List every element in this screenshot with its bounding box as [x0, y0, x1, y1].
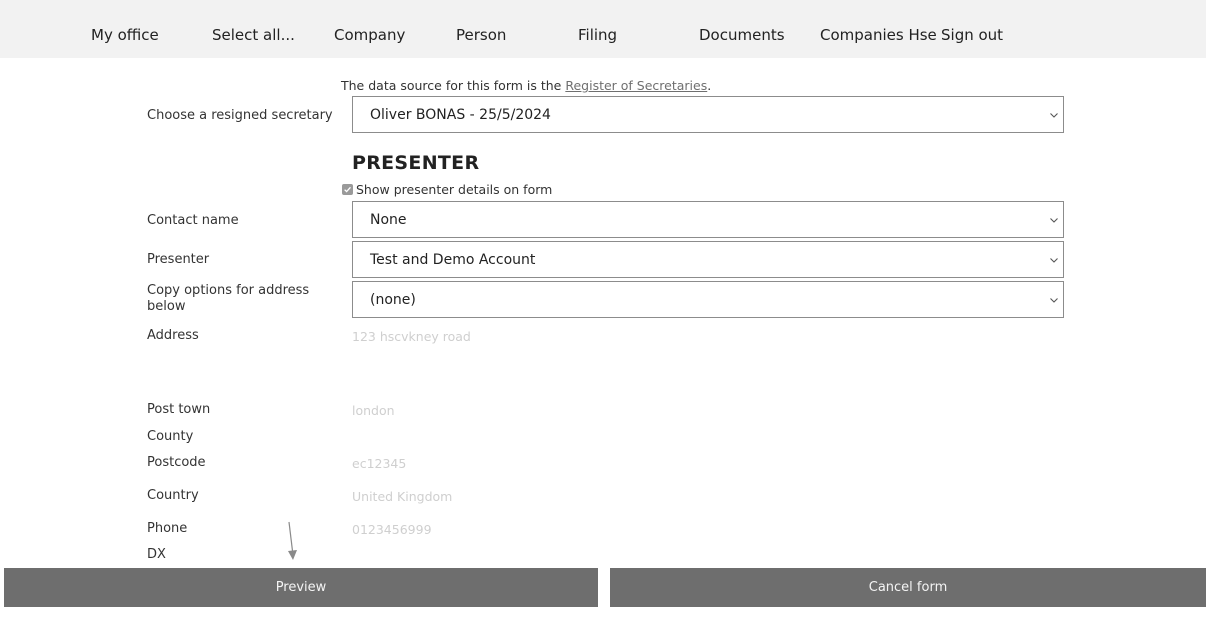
resigned-secretary-value: Oliver BONAS - 25/5/2024: [370, 107, 551, 123]
address-label: Address: [147, 328, 199, 343]
chevron-down-icon: [1050, 258, 1058, 263]
copy-options-value: (none): [370, 292, 416, 308]
resigned-secretary-label: Choose a resigned secretary: [147, 108, 333, 123]
top-nav-bar: My office Select all... Company Person F…: [0, 0, 1206, 58]
arrow-down-icon: [288, 521, 297, 560]
copy-options-label: Copy options for address below: [147, 283, 310, 314]
post-town-field[interactable]: london: [352, 403, 395, 418]
copy-options-select[interactable]: (none): [352, 281, 1064, 318]
nav-companies-hse[interactable]: Companies Hse: [820, 26, 937, 44]
dx-label: DX: [147, 547, 166, 562]
country-field[interactable]: United Kingdom: [352, 489, 452, 504]
contact-name-value: None: [370, 212, 407, 228]
chevron-down-icon: [1050, 218, 1058, 223]
contact-name-label: Contact name: [147, 213, 239, 228]
chevron-down-icon: [1050, 298, 1058, 303]
source-note-suffix: .: [707, 78, 712, 93]
register-of-secretaries-link[interactable]: Register of Secretaries: [565, 78, 707, 93]
country-label: Country: [147, 488, 199, 503]
cancel-form-button[interactable]: Cancel form: [610, 568, 1206, 607]
source-note-prefix: The data source for this form is the: [341, 78, 566, 93]
county-label: County: [147, 429, 194, 444]
postcode-field[interactable]: ec12345: [352, 456, 406, 471]
resigned-secretary-select[interactable]: Oliver BONAS - 25/5/2024: [352, 96, 1064, 133]
show-presenter-details-row[interactable]: Show presenter details on form: [342, 182, 552, 197]
nav-documents[interactable]: Documents: [699, 26, 785, 44]
nav-my-office[interactable]: My office: [91, 26, 159, 44]
preview-button[interactable]: Preview: [4, 568, 598, 607]
data-source-note: The data source for this form is the Reg…: [341, 78, 711, 93]
nav-company[interactable]: Company: [334, 26, 405, 44]
presenter-select[interactable]: Test and Demo Account: [352, 241, 1064, 278]
chevron-down-icon: [1050, 113, 1058, 118]
address-field[interactable]: 123 hscvkney road: [352, 329, 471, 344]
phone-field[interactable]: 0123456999: [352, 522, 432, 537]
presenter-value: Test and Demo Account: [370, 252, 536, 268]
postcode-label: Postcode: [147, 455, 206, 470]
nav-filing[interactable]: Filing: [578, 26, 617, 44]
presenter-heading: PRESENTER: [352, 152, 480, 174]
post-town-label: Post town: [147, 402, 211, 417]
nav-sign-out[interactable]: Sign out: [941, 26, 1003, 44]
phone-label: Phone: [147, 521, 188, 536]
presenter-label: Presenter: [147, 252, 210, 267]
show-presenter-details-checkbox[interactable]: [342, 184, 353, 195]
contact-name-select[interactable]: None: [352, 201, 1064, 238]
checkmark-icon: [344, 186, 351, 193]
nav-select-all[interactable]: Select all...: [212, 26, 295, 44]
show-presenter-details-label: Show presenter details on form: [356, 182, 553, 197]
nav-person[interactable]: Person: [456, 26, 506, 44]
